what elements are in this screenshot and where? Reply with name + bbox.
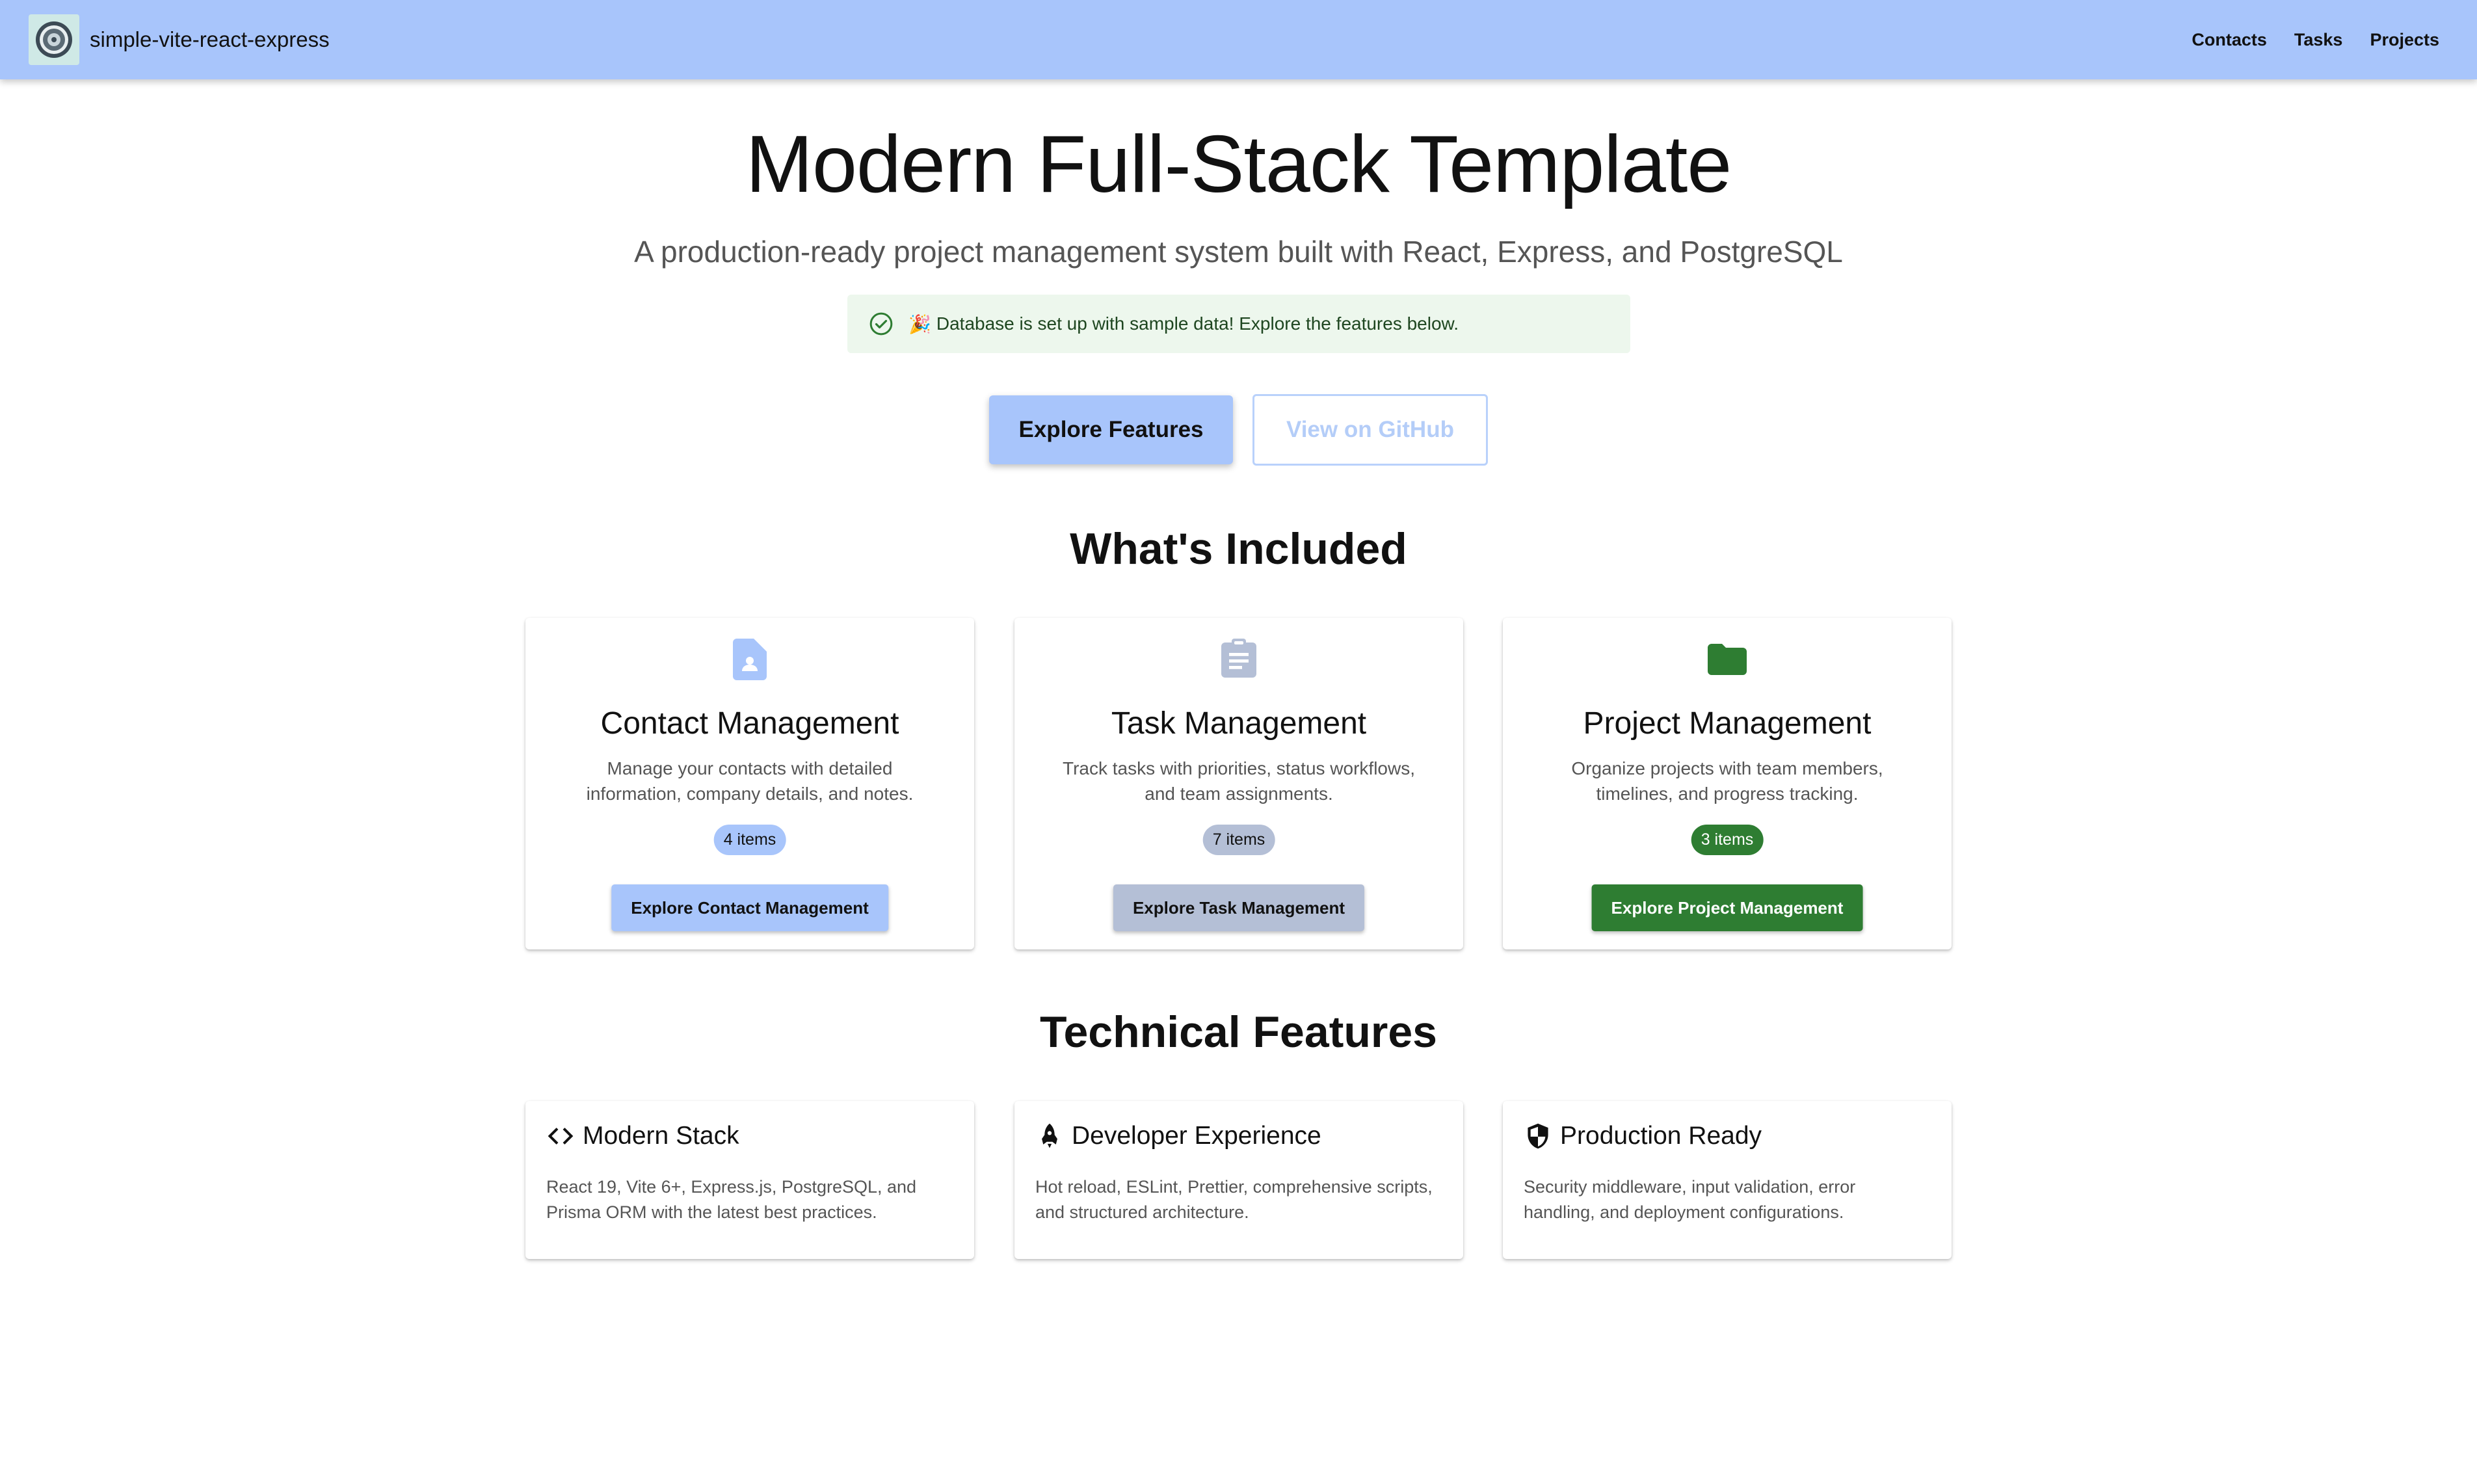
contact-document-icon <box>733 639 767 680</box>
nav-contacts[interactable]: Contacts <box>2192 30 2267 50</box>
tech-card-description: Security middleware, input validation, e… <box>1524 1177 1856 1222</box>
item-count-chip: 3 items <box>1691 825 1764 855</box>
code-icon <box>548 1128 574 1145</box>
explore-features-button[interactable]: Explore Features <box>989 395 1233 464</box>
app-bar: simple-vite-react-express Contacts Tasks… <box>0 0 2477 79</box>
explore-task-management-button[interactable]: Explore Task Management <box>1113 884 1365 931</box>
task-management-card: Task Management Track tasks with priorit… <box>1014 618 1463 949</box>
card-description: Organize projects with team members, tim… <box>1571 758 1883 804</box>
top-nav: Contacts Tasks Projects <box>2192 30 2439 50</box>
nav-projects[interactable]: Projects <box>2370 30 2439 50</box>
card-title: Contact Management <box>600 706 899 741</box>
tech-card-title: Production Ready <box>1560 1122 1762 1150</box>
hero-subtitle: A production-ready project management sy… <box>634 235 1843 269</box>
success-alert: 🎉 Database is set up with sample data! E… <box>847 295 1630 353</box>
modern-stack-card: Modern Stack React 19, Vite 6+, Express.… <box>525 1101 974 1259</box>
shield-icon <box>1528 1123 1548 1149</box>
tech-card-title: Developer Experience <box>1072 1122 1321 1150</box>
logo-seal-icon <box>36 21 72 58</box>
item-count-chip: 7 items <box>1202 825 1275 855</box>
folder-icon <box>1708 644 1747 675</box>
production-ready-card: Production Ready Security middleware, in… <box>1503 1101 1952 1259</box>
rocket-icon <box>1042 1123 1057 1148</box>
nav-tasks[interactable]: Tasks <box>2294 30 2343 50</box>
hero-actions: Explore Features View on GitHub <box>0 394 2477 466</box>
project-management-card: Project Management Organize projects wit… <box>1503 618 1952 949</box>
technical-section-title: Technical Features <box>1040 1007 1437 1057</box>
alert-text: Database is set up with sample data! Exp… <box>936 313 1459 334</box>
explore-contact-management-button[interactable]: Explore Contact Management <box>611 884 888 931</box>
view-github-button[interactable]: View on GitHub <box>1252 394 1488 466</box>
hero-title: Modern Full-Stack Template <box>745 120 1732 209</box>
tech-card-title: Modern Stack <box>583 1122 739 1150</box>
tech-card-description: Hot reload, ESLint, Prettier, comprehens… <box>1035 1177 1433 1222</box>
contact-management-card: Contact Management Manage your contacts … <box>525 618 974 949</box>
developer-experience-card: Developer Experience Hot reload, ESLint,… <box>1014 1101 1463 1259</box>
tech-card-description: React 19, Vite 6+, Express.js, PostgreSQ… <box>546 1177 917 1222</box>
explore-project-management-button[interactable]: Explore Project Management <box>1591 884 1863 931</box>
app-brand[interactable]: simple-vite-react-express <box>90 27 330 52</box>
party-emoji: 🎉 <box>908 313 931 334</box>
card-title: Project Management <box>1583 706 1872 741</box>
card-description: Track tasks with priorities, status work… <box>1063 758 1415 804</box>
app-logo[interactable] <box>29 14 79 65</box>
included-section-title: What's Included <box>1070 524 1407 574</box>
clipboard-icon <box>1221 639 1256 678</box>
check-circle-icon <box>869 312 893 336</box>
item-count-chip: 4 items <box>713 825 786 855</box>
card-description: Manage your contacts with detailed infor… <box>586 758 914 804</box>
card-title: Task Management <box>1111 706 1367 741</box>
